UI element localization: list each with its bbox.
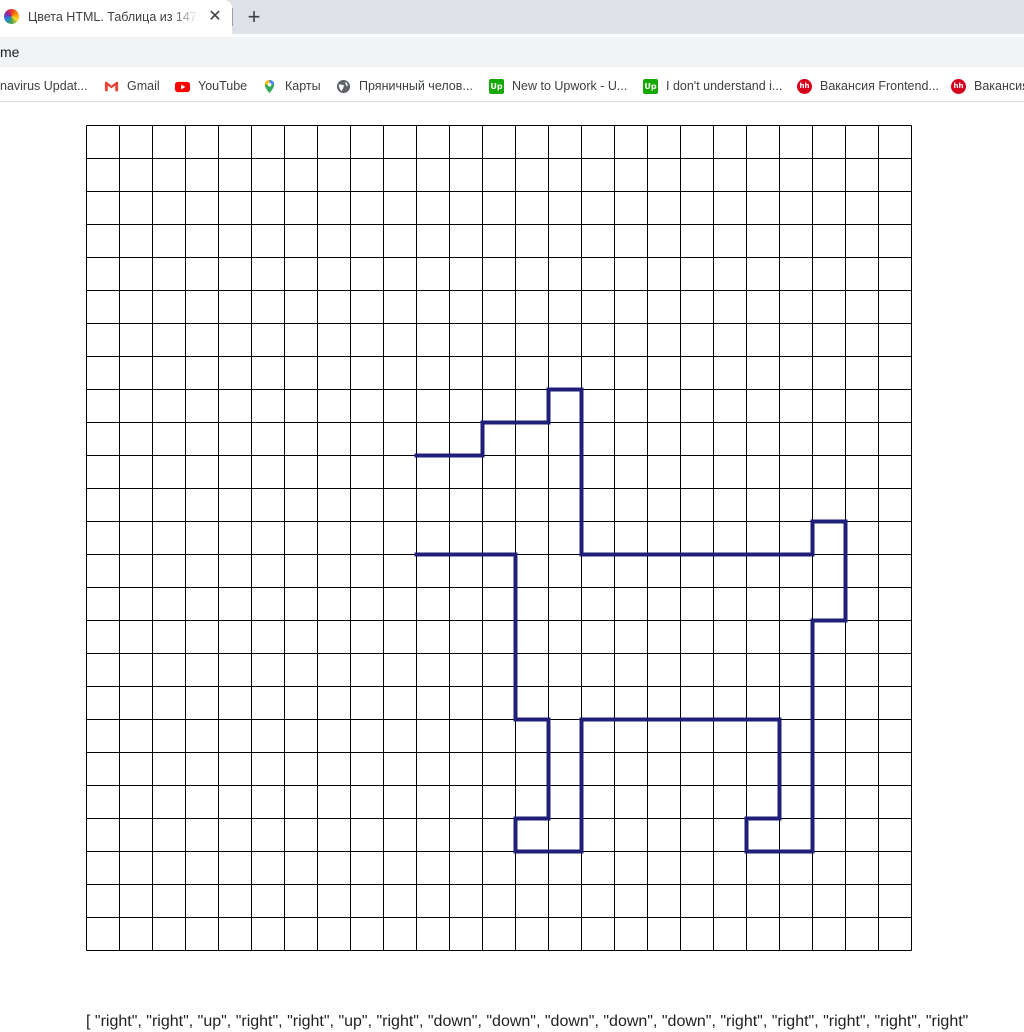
address-bar[interactable]: me — [0, 37, 1024, 67]
bookmark-label: Вакансия — [974, 79, 1024, 93]
gmail-icon — [104, 79, 119, 94]
command-output: [ "right", "right", "up", "right", "righ… — [86, 1013, 969, 1030]
youtube-icon — [175, 79, 190, 94]
bookmark-label: Пряничный челов... — [359, 79, 473, 93]
browser-tab[interactable]: Цвета HTML. Таблица из 147 имён ✕ — [0, 0, 232, 34]
bookmarks-bar: navirus Updat... Gmail YouTube Карты Пря… — [0, 70, 1024, 102]
hh-icon: hh — [951, 79, 966, 94]
globe-icon — [336, 79, 351, 94]
address-text[interactable]: me — [0, 44, 19, 60]
hh-icon: hh — [797, 79, 812, 94]
browser-toolbar: me — [0, 34, 1024, 70]
bookmark-label: Gmail — [127, 79, 160, 93]
grid-canvas — [86, 125, 912, 951]
close-icon[interactable]: ✕ — [206, 8, 224, 26]
upwork-icon: Up — [489, 79, 504, 94]
bookmark-label: I don't understand i... — [666, 79, 783, 93]
maps-pin-icon — [262, 79, 277, 94]
tab-title: Цвета HTML. Таблица из 147 имён — [28, 10, 198, 24]
bookmark-label: Карты — [285, 79, 321, 93]
grid-board — [86, 125, 912, 951]
tab-separator — [232, 8, 233, 26]
upwork-icon: Up — [643, 79, 658, 94]
bookmark-label: navirus Updat... — [0, 79, 88, 93]
tab-strip: Цвета HTML. Таблица из 147 имён ✕ + — [0, 0, 1024, 34]
plus-icon[interactable]: + — [243, 6, 265, 28]
bookmark-label: Вакансия Frontend... — [820, 79, 939, 93]
bookmark-label: YouTube — [198, 79, 248, 93]
bookmark-label: New to Upwork - U... — [512, 79, 628, 93]
color-wheel-icon — [4, 9, 19, 24]
